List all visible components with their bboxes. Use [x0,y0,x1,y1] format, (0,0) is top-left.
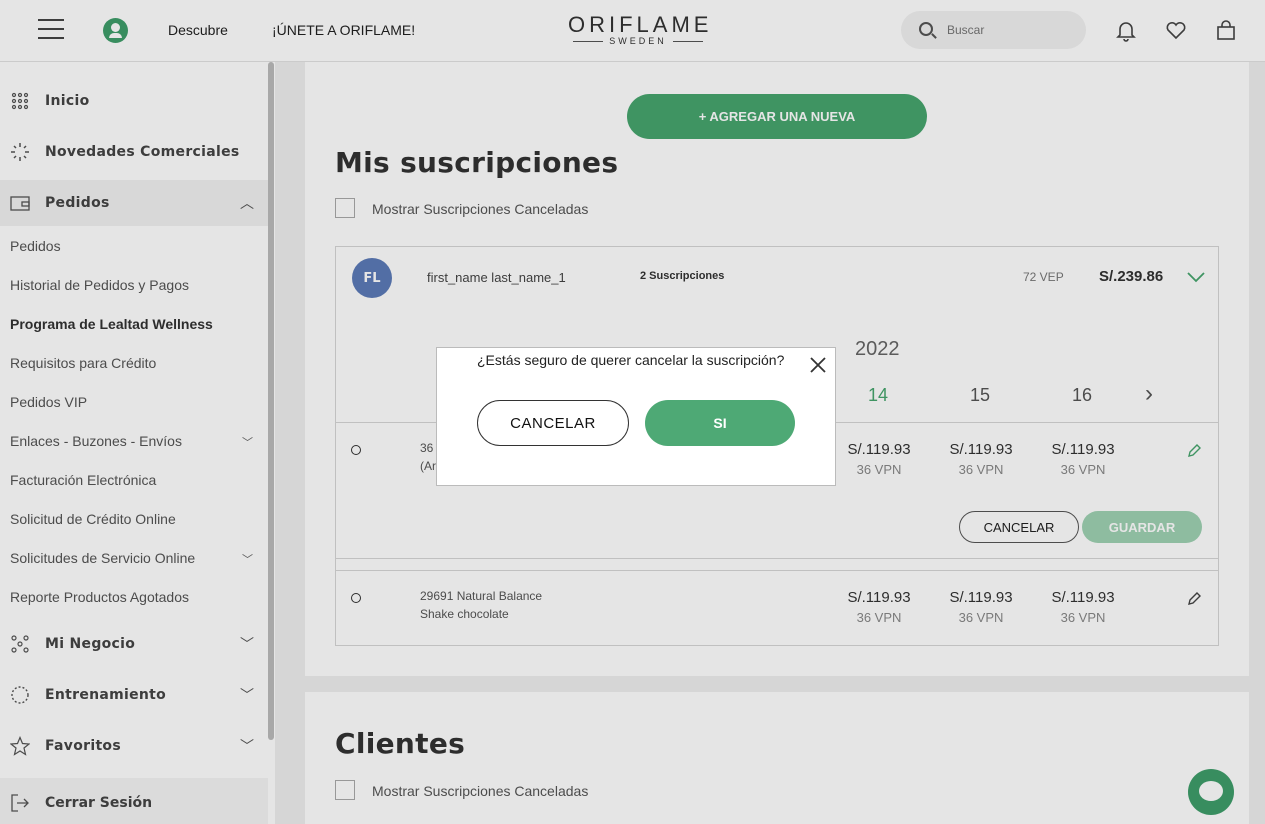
modal-question: ¿Estás seguro de querer cancelar la susc… [477,352,785,368]
confirm-cancel-modal: ¿Estás seguro de querer cancelar la susc… [436,347,836,486]
close-icon[interactable] [809,356,827,374]
modal-confirm-button[interactable]: SI [645,400,795,446]
modal-cancel-button[interactable]: CANCELAR [477,400,629,446]
